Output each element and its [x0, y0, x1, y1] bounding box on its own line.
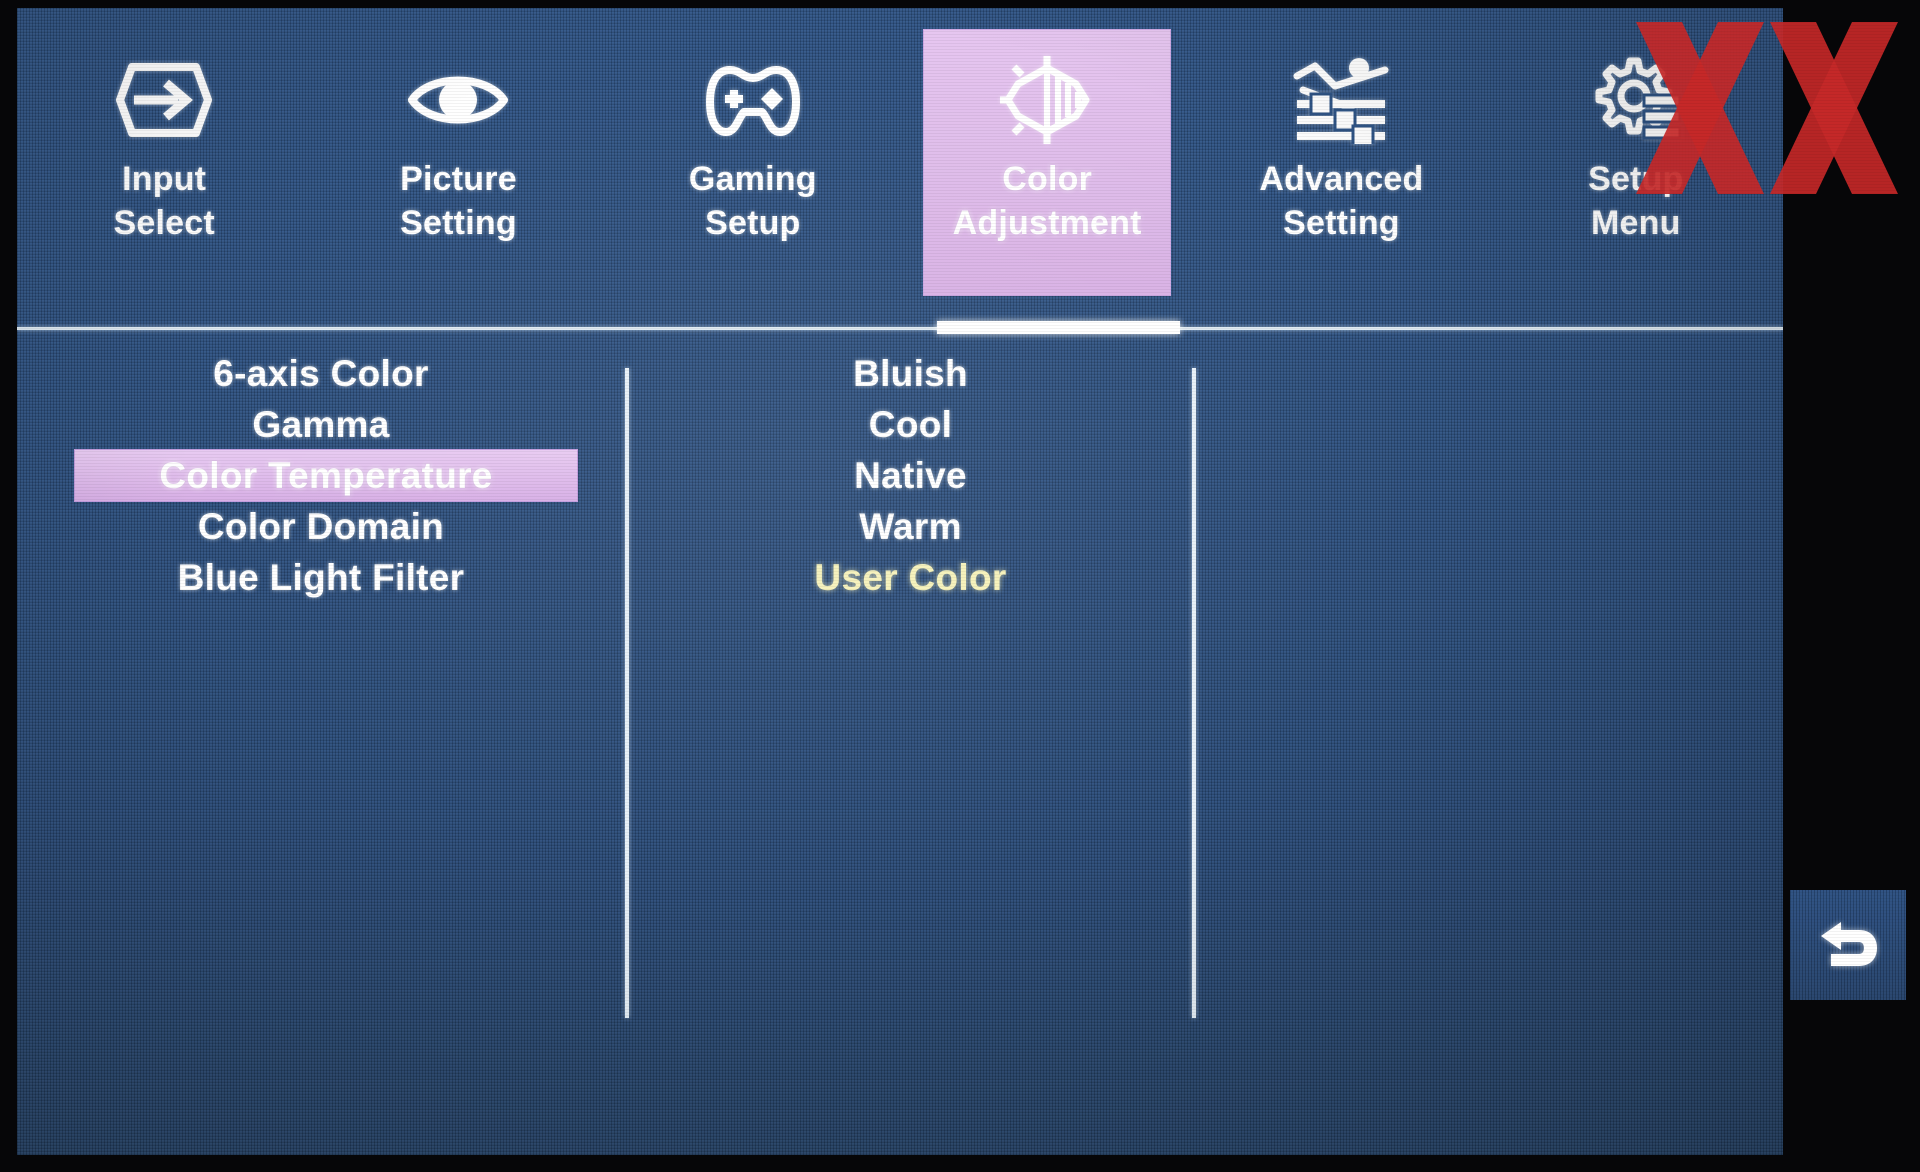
return-arrow-icon: [1821, 922, 1877, 966]
tab-label-line2: Menu: [1591, 203, 1681, 242]
back-button[interactable]: [1790, 890, 1906, 1000]
tab-label-line2: Adjustment: [952, 203, 1142, 242]
tab-label-line1: Input: [122, 160, 207, 198]
menu-item-color-temperature[interactable]: Color Temperature: [75, 450, 577, 501]
tab-gaming-setup[interactable]: Gaming Setup: [606, 8, 900, 308]
tab-setup-menu[interactable]: Setup Menu: [1489, 8, 1783, 308]
tab-label-line2: Setting: [1283, 203, 1400, 242]
option-bluish[interactable]: Bluish: [629, 348, 1192, 399]
tab-label-line2: Setting: [400, 203, 517, 242]
brightness-contrast-icon: [991, 54, 1103, 146]
eye-icon: [402, 54, 514, 146]
osd-tab-bar: Input Select Picture Setting Gaming Setu…: [17, 8, 1783, 308]
tab-advanced-setting[interactable]: Advanced Setting: [1194, 8, 1488, 308]
tab-label-line1: Gaming: [688, 160, 817, 198]
tab-separator-rule: [17, 327, 1783, 330]
osd-panel: Input Select Picture Setting Gaming Setu…: [17, 8, 1783, 1155]
tab-label-line1: Setup: [1588, 160, 1684, 198]
tab-label-line1: Color: [1002, 160, 1093, 198]
tab-input-select[interactable]: Input Select: [17, 8, 311, 308]
menu-item-blue-light-filter[interactable]: Blue Light Filter: [17, 552, 625, 603]
tab-picture-setting[interactable]: Picture Setting: [311, 8, 605, 308]
option-cool[interactable]: Cool: [629, 399, 1192, 450]
active-tab-indicator: [937, 321, 1180, 334]
gear-list-icon: [1580, 54, 1692, 146]
tab-label-line2: Setup: [705, 203, 801, 242]
osd-content: 6-axis Color Gamma Color Temperature Col…: [17, 348, 1783, 1088]
tab-label-line1: Advanced: [1259, 160, 1424, 198]
tab-label-line2: Select: [113, 203, 215, 242]
option-user-color[interactable]: User Color: [629, 552, 1192, 603]
option-native[interactable]: Native: [629, 450, 1192, 501]
menu-item-color-domain[interactable]: Color Domain: [17, 501, 625, 552]
input-arrow-icon: [108, 54, 220, 146]
monitor-osd-screenshot: Input Select Picture Setting Gaming Setu…: [0, 0, 1920, 1172]
column-divider-2: [1192, 368, 1196, 1018]
tab-color-adjustment[interactable]: Color Adjustment: [900, 8, 1194, 308]
gamepad-icon: [697, 54, 809, 146]
menu-item-gamma[interactable]: Gamma: [17, 399, 625, 450]
color-temperature-options: Bluish Cool Native Warm User Color: [629, 348, 1192, 603]
settings-list: 6-axis Color Gamma Color Temperature Col…: [17, 348, 625, 603]
tab-label-line1: Picture: [400, 160, 517, 198]
menu-item-6-axis-color[interactable]: 6-axis Color: [17, 348, 625, 399]
graph-sliders-icon: [1285, 54, 1397, 146]
option-warm[interactable]: Warm: [629, 501, 1192, 552]
